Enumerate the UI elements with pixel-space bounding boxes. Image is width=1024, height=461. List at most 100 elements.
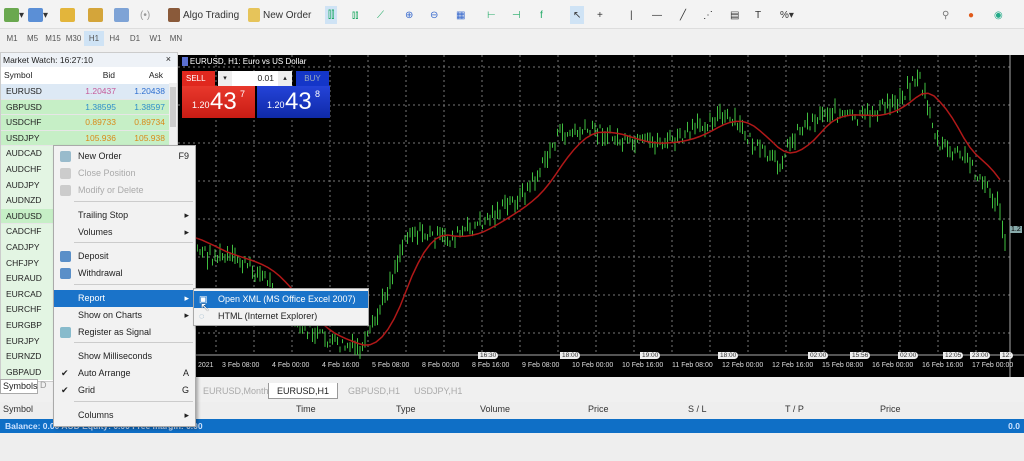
menu-item-columns[interactable]: Columns ▸ (54, 407, 195, 424)
buy-button[interactable]: BUY (296, 71, 329, 86)
menu-item-report[interactable]: Report ▸ (54, 290, 195, 307)
line-chart-icon[interactable]: ⟋ (377, 6, 384, 24)
tab-symbols[interactable]: Symbols (0, 379, 38, 394)
tile-windows-icon[interactable]: ▦ (456, 6, 465, 24)
menu-item-volumes[interactable]: Volumes ▸ (54, 224, 195, 241)
event-label: 02:00 (898, 352, 919, 359)
timeframe-d1[interactable]: D1 (125, 31, 145, 46)
mouse-cursor-icon: ↖ (200, 300, 211, 314)
timeframe-m15[interactable]: M15 (43, 31, 63, 46)
menu-item-close-position[interactable]: Close Position (54, 165, 195, 182)
chart-shift-icon[interactable]: ⊢ (487, 6, 496, 24)
menu-item-register-as-signal[interactable]: Register as Signal (54, 324, 195, 341)
column-time[interactable]: Time (296, 404, 316, 414)
column-volume[interactable]: Volume (480, 404, 510, 414)
profiles-icon[interactable]: ▾ (28, 6, 48, 24)
menu-item-show-milliseconds[interactable]: Show Milliseconds (54, 348, 195, 365)
sell-button[interactable]: SELL (182, 71, 215, 86)
menu-item-label: Withdrawal (78, 268, 123, 278)
ask-price: 0.89734 (134, 117, 165, 128)
timeframe-m1[interactable]: M1 (2, 31, 22, 46)
menu-separator (74, 242, 193, 243)
symbol-name: EURNZD (1, 349, 53, 365)
zoom-out-icon[interactable]: ⊖ (430, 6, 438, 24)
menu-item-trailing-stop[interactable]: Trailing Stop ▸ (54, 207, 195, 224)
zoom-in-icon[interactable]: ⊕ (405, 6, 413, 24)
bar-chart-icon[interactable]: ⫿⫿ (325, 6, 338, 24)
column-symbol[interactable]: Symbol (4, 67, 32, 83)
market-watch-row[interactable]: USDCHF 0.89733 0.89734 (1, 115, 171, 131)
algo-trading-button[interactable]: Algo Trading (168, 6, 239, 24)
column-bid[interactable]: Bid (103, 67, 115, 83)
chart-tab[interactable]: USDJPY,H1 (406, 383, 470, 399)
market-icon[interactable] (88, 6, 103, 24)
lot-decrease-button[interactable]: ▾ (218, 71, 232, 86)
cursor-icon[interactable]: ↖ (570, 6, 585, 24)
lot-increase-button[interactable]: ▴ (278, 71, 292, 86)
menu-item-label: Show on Charts (78, 310, 143, 320)
timeframe-m30[interactable]: M30 (64, 31, 84, 46)
buy-price[interactable]: 1.20 43 8 (257, 86, 330, 118)
deposit-icon (60, 251, 71, 262)
signals-icon[interactable] (114, 6, 129, 24)
column-type[interactable]: Type (396, 404, 416, 414)
vps-icon[interactable]: ◉ (994, 6, 1003, 24)
column-ask[interactable]: Ask (149, 67, 163, 83)
shapes-icon[interactable]: %▾ (780, 6, 794, 24)
text-label-icon[interactable]: ▤ (730, 6, 739, 24)
menu-item-grid[interactable]: ✔ Grid G (54, 382, 195, 399)
horizontal-line-icon[interactable]: — (652, 6, 662, 24)
menu-item-modify-or-delete[interactable]: Modify or Delete (54, 182, 195, 199)
lot-size-input[interactable]: 0.01 (232, 71, 278, 86)
timeframe-h4[interactable]: H4 (105, 31, 125, 46)
menu-item-withdrawal[interactable]: Withdrawal (54, 265, 195, 282)
market-watch-row[interactable]: EURUSD 1.20437 1.20438 (1, 84, 171, 100)
sell-price[interactable]: 1.20 43 7 (182, 86, 255, 118)
column-symbol[interactable]: Symbol (3, 404, 33, 414)
column-price[interactable]: Price (588, 404, 609, 414)
new-chart-icon[interactable]: ▾ (4, 6, 24, 24)
column-price[interactable]: Price (880, 404, 901, 414)
column-tp[interactable]: T / P (785, 404, 804, 414)
indicators-icon[interactable]: f (540, 6, 543, 24)
signal-icon (60, 327, 71, 338)
crosshair-icon[interactable]: + (597, 6, 603, 24)
chart-tab[interactable]: GBPUSD,H1 (340, 383, 408, 399)
search-icon[interactable]: ⚲ (942, 6, 949, 24)
symbol-name: EURCAD (1, 286, 53, 303)
symbol-name: EURJPY (1, 333, 53, 350)
menu-item-show-on-charts[interactable]: Show on Charts ▸ (54, 307, 195, 324)
event-label: 12:05 (943, 352, 964, 359)
time-axis-label: 10 Feb 16:00 (622, 362, 664, 369)
timeframe-m5[interactable]: M5 (23, 31, 43, 46)
price-chart[interactable]: ▪▪ EURUSD, H1: Euro vs US Dollar SELL ▾ … (178, 55, 1024, 377)
vertical-line-icon[interactable]: | (630, 6, 633, 24)
autoscroll-icon[interactable]: ⊣ (512, 6, 521, 24)
trendline-icon[interactable]: ╱ (680, 6, 686, 24)
market-watch-row[interactable]: GBPUSD 1.38595 1.38597 (1, 99, 171, 116)
menu-item-deposit[interactable]: Deposit (54, 248, 195, 265)
text-icon[interactable]: T (755, 6, 761, 24)
time-axis-label: 2021 (198, 362, 214, 369)
timeframe-h1[interactable]: H1 (84, 31, 104, 46)
column-sl[interactable]: S / L (688, 404, 707, 414)
submenu-arrow-icon: ▸ (184, 227, 189, 237)
chart-tab[interactable]: EURUSD,H1 (268, 383, 339, 399)
new-order-button[interactable]: New Order (248, 6, 311, 24)
report-submenu: ▣ Open XML (MS Office Excel 2007) ◌ HTML (… (193, 288, 369, 326)
tab-details[interactable]: D (40, 380, 54, 394)
notifications-icon[interactable]: ● (968, 6, 974, 24)
menu-item-html[interactable]: ◌ HTML (Internet Explorer) (194, 308, 368, 325)
menu-item-auto-arrange[interactable]: ✔ Auto Arrange A (54, 365, 195, 382)
menu-item-label: Report (78, 293, 106, 303)
close-icon[interactable]: × (166, 54, 171, 64)
timeframe-mn[interactable]: MN (166, 31, 186, 46)
menu-item-open-xml[interactable]: ▣ Open XML (MS Office Excel 2007) (194, 291, 368, 308)
radio-icon[interactable]: (•) (140, 6, 150, 24)
candlestick-icon[interactable]: ⫾⫾ (352, 6, 358, 24)
timeframe-w1[interactable]: W1 (146, 31, 166, 46)
symbol-name: AUDCHF (1, 162, 53, 178)
fibonacci-icon[interactable]: ⋰ (703, 6, 713, 24)
navigator-icon[interactable] (60, 6, 75, 24)
menu-item-new-order[interactable]: New Order F9 (54, 148, 195, 165)
